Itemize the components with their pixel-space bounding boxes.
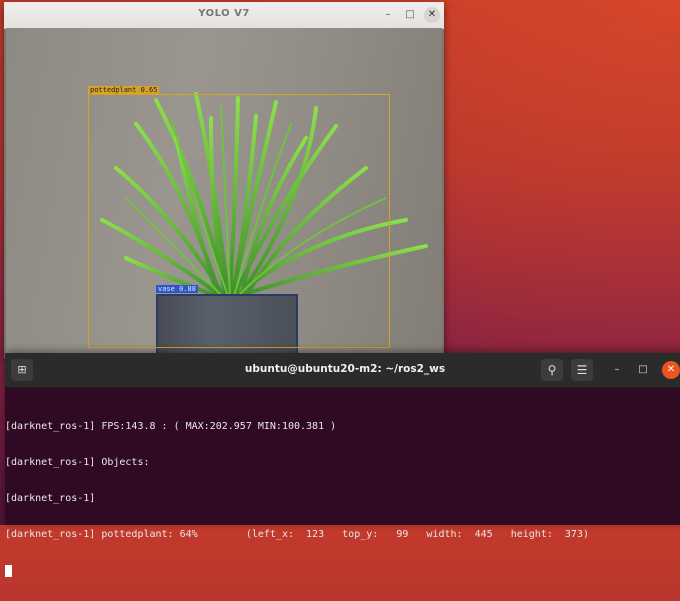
pottedplant-detection-label: pottedplant 0.65 (88, 86, 160, 94)
terminal-line: [darknet_ros-1] pottedplant: 64% (left_x… (5, 529, 589, 540)
terminal-header[interactable]: ⊞ ubuntu@ubuntu20-m2: ~/ros2_ws ⚲ ☰ – □ … (5, 353, 680, 388)
minimize-icon[interactable]: – (608, 361, 626, 379)
pottedplant-bounding-box (88, 94, 390, 348)
close-icon[interactable]: ✕ (662, 361, 680, 379)
detection-image: pottedplant 0.65 vase 0.88 (6, 28, 442, 356)
hamburger-menu-icon[interactable]: ☰ (571, 359, 593, 381)
minimize-icon[interactable]: – (380, 7, 396, 23)
yolo-window-title: YOLO V7 (198, 8, 250, 19)
vase-detection-label: vase 0.88 (156, 285, 198, 293)
terminal-window: ⊞ ubuntu@ubuntu20-m2: ~/ros2_ws ⚲ ☰ – □ … (5, 353, 680, 577)
maximize-icon[interactable]: □ (402, 7, 418, 23)
search-icon[interactable]: ⚲ (541, 359, 563, 381)
terminal-line: [darknet_ros-1] FPS:143.8 : ( MAX:202.95… (5, 421, 337, 432)
terminal-output[interactable]: [darknet_ros-1] FPS:143.8 : ( MAX:202.95… (5, 397, 677, 577)
terminal-line: [darknet_ros-1] Objects: (5, 457, 150, 468)
terminal-cursor (5, 565, 12, 577)
terminal-line: [darknet_ros-1] (5, 493, 96, 504)
yolo-window: YOLO V7 – □ ✕ pottedplant 0.65 vase 0.88 (4, 2, 444, 358)
close-icon[interactable]: ✕ (424, 7, 440, 23)
yolo-titlebar[interactable]: YOLO V7 – □ ✕ (4, 2, 444, 29)
maximize-icon[interactable]: □ (634, 361, 652, 379)
